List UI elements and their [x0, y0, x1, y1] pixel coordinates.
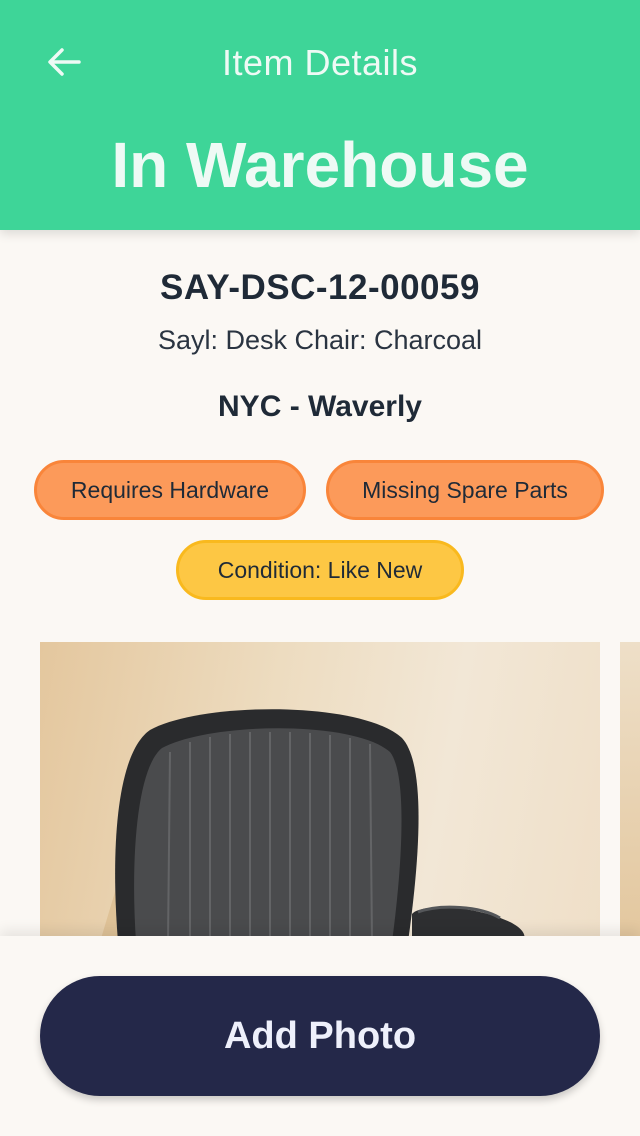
item-sku: SAY-DSC-12-00059 [160, 268, 480, 307]
status-title: In Warehouse [111, 129, 529, 201]
app-header: Item Details In Warehouse [0, 0, 640, 230]
item-photo[interactable] [40, 642, 600, 942]
bottom-action-bar: Add Photo [0, 936, 640, 1136]
tag-condition: Condition: Like New [176, 540, 464, 600]
photo-carousel[interactable] [0, 642, 640, 942]
tag-missing-spare-parts: Missing Spare Parts [326, 460, 604, 520]
tag-requires-hardware: Requires Hardware [34, 460, 306, 520]
nav-title: Item Details [221, 42, 419, 83]
item-location: NYC - Waverly [218, 390, 422, 423]
chair-image [100, 709, 525, 942]
item-description: Sayl: Desk Chair: Charcoal [157, 325, 483, 355]
add-photo-button[interactable]: Add Photo [40, 976, 600, 1096]
next-photo-peek[interactable] [620, 642, 640, 942]
